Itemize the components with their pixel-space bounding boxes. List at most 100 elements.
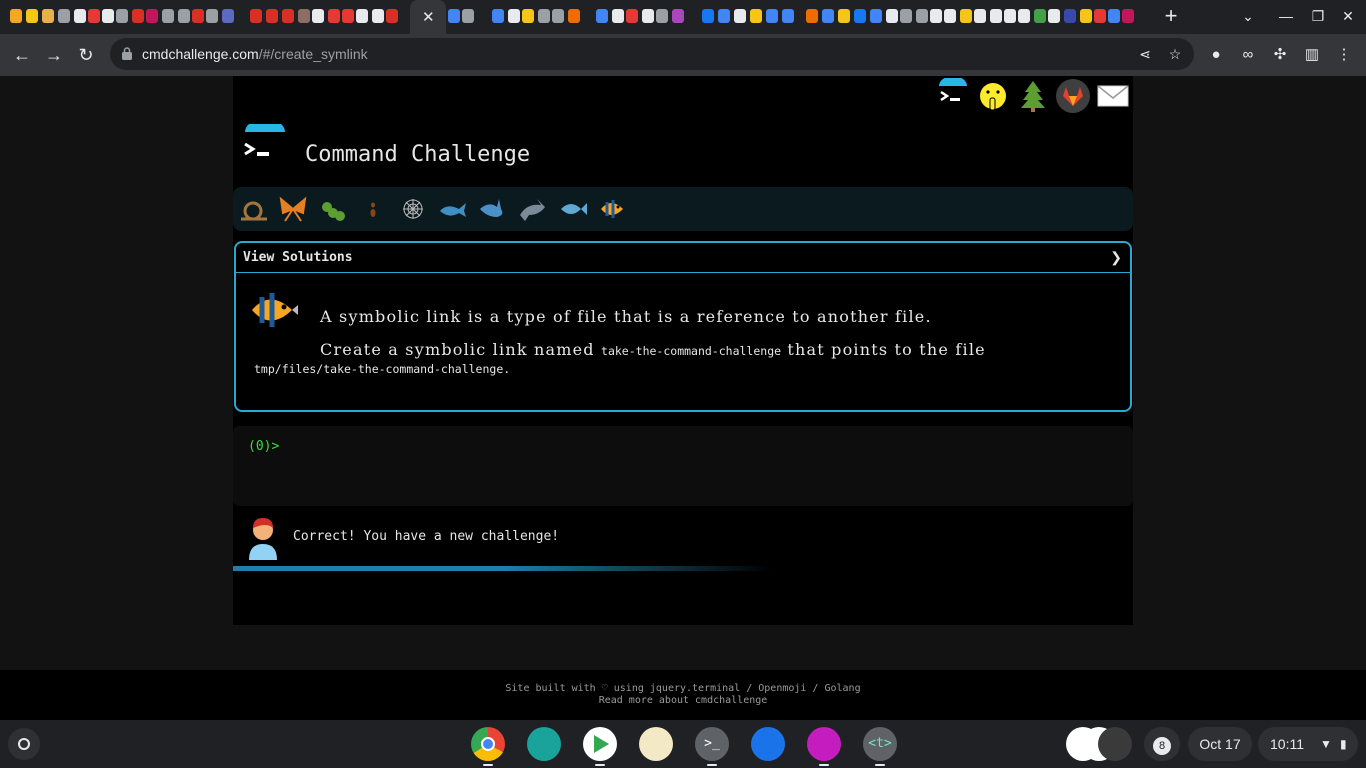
url-text[interactable]: cmdchallenge.com/#/create_symlink bbox=[142, 46, 368, 62]
tab-favicon[interactable] bbox=[1094, 9, 1106, 23]
tab-favicon[interactable] bbox=[508, 9, 520, 23]
tab-favicon[interactable] bbox=[672, 9, 684, 23]
notification-count[interactable]: 8 bbox=[1144, 727, 1180, 761]
tab-favicon[interactable] bbox=[854, 9, 866, 23]
minimize-icon[interactable]: — bbox=[1276, 6, 1296, 26]
tab-favicon[interactable] bbox=[900, 9, 912, 23]
tab-favicon[interactable] bbox=[974, 9, 986, 23]
share-icon[interactable]: ⋖ bbox=[1136, 45, 1154, 63]
tab-favicon[interactable] bbox=[132, 9, 144, 23]
tab-favicon[interactable] bbox=[328, 9, 340, 23]
play-store-icon[interactable] bbox=[583, 727, 617, 761]
forward-icon[interactable]: → bbox=[42, 43, 66, 67]
reload-icon[interactable]: ↻ bbox=[74, 43, 98, 67]
caterpillar-icon[interactable] bbox=[317, 193, 349, 225]
shark-icon[interactable] bbox=[477, 193, 509, 225]
restore-icon[interactable]: ❐ bbox=[1308, 6, 1328, 26]
tab-favicon[interactable] bbox=[26, 9, 38, 23]
tab-favicon[interactable] bbox=[492, 9, 504, 23]
menu-icon[interactable]: ⋮ bbox=[1334, 45, 1354, 65]
tab-favicon[interactable] bbox=[206, 9, 218, 23]
tab-favicon[interactable] bbox=[718, 9, 730, 23]
side-panel-icon[interactable]: ▥ bbox=[1302, 45, 1322, 65]
shushing-face-icon[interactable] bbox=[975, 78, 1011, 114]
tab-favicon[interactable] bbox=[702, 9, 714, 23]
tab-favicon[interactable] bbox=[342, 9, 354, 23]
about-link[interactable]: Read more about cmdchallenge bbox=[0, 695, 1366, 706]
tab-favicon[interactable] bbox=[1034, 9, 1046, 23]
tab-favicon[interactable] bbox=[1018, 9, 1030, 23]
launcher-icon[interactable] bbox=[8, 728, 40, 760]
tab-favicon[interactable] bbox=[222, 9, 234, 23]
tab-favicon[interactable] bbox=[88, 9, 100, 23]
tab-favicon[interactable] bbox=[656, 9, 668, 23]
tab-favicon[interactable] bbox=[266, 9, 278, 23]
tab-favicon[interactable] bbox=[990, 9, 1002, 23]
tab-favicon[interactable] bbox=[250, 9, 262, 23]
tab-favicon[interactable] bbox=[178, 9, 190, 23]
tab-favicon[interactable] bbox=[1064, 9, 1076, 23]
tab-favicon[interactable] bbox=[916, 9, 928, 23]
system-tray[interactable]: 10:11 ▼ ▮ bbox=[1258, 727, 1358, 761]
chrome-app-icon[interactable] bbox=[471, 727, 505, 761]
extension-dot-icon[interactable]: ● bbox=[1206, 45, 1226, 65]
tab-favicon[interactable] bbox=[568, 9, 580, 23]
view-solutions-toggle[interactable]: View Solutions ❯ bbox=[236, 243, 1130, 273]
close-window-icon[interactable]: ✕ bbox=[1338, 6, 1358, 26]
tab-favicon[interactable] bbox=[766, 9, 778, 23]
tab-favicon[interactable] bbox=[146, 9, 158, 23]
tab-favicon[interactable] bbox=[372, 9, 384, 23]
gitlab-icon[interactable] bbox=[1055, 78, 1091, 114]
terminal-icon[interactable] bbox=[935, 78, 971, 114]
tab-favicon[interactable] bbox=[930, 9, 942, 23]
tab-search-icon[interactable]: ⌄ bbox=[1238, 6, 1258, 26]
spider-web-icon[interactable] bbox=[397, 193, 429, 225]
whale-icon[interactable] bbox=[437, 193, 469, 225]
tab-favicon[interactable] bbox=[102, 9, 114, 23]
tab-favicon[interactable] bbox=[1108, 9, 1120, 23]
tab-favicon[interactable] bbox=[162, 9, 174, 23]
tab-favicon[interactable] bbox=[960, 9, 972, 23]
tab-favicon[interactable] bbox=[356, 9, 368, 23]
tab-favicon[interactable] bbox=[822, 9, 834, 23]
bookmark-star-icon[interactable]: ☆ bbox=[1166, 45, 1184, 63]
notepad-app-icon[interactable] bbox=[639, 727, 673, 761]
tab-favicon[interactable] bbox=[10, 9, 22, 23]
tab-favicon[interactable] bbox=[944, 9, 956, 23]
terminal[interactable]: (0)> bbox=[233, 426, 1133, 506]
ant-icon[interactable] bbox=[357, 193, 389, 225]
tab-favicon[interactable] bbox=[58, 9, 70, 23]
tab-favicon[interactable] bbox=[596, 9, 608, 23]
dolphin-icon[interactable] bbox=[517, 193, 549, 225]
tab-favicon[interactable] bbox=[552, 9, 564, 23]
tab-favicon[interactable] bbox=[886, 9, 898, 23]
tab-favicon[interactable] bbox=[612, 9, 624, 23]
tab-favicon[interactable] bbox=[1080, 9, 1092, 23]
tab-favicon[interactable] bbox=[1004, 9, 1016, 23]
files-app-icon[interactable] bbox=[751, 727, 785, 761]
envelope-icon[interactable] bbox=[1095, 78, 1131, 114]
tab-favicon[interactable] bbox=[1122, 9, 1134, 23]
tab-favicon[interactable] bbox=[462, 9, 474, 23]
tab-favicon[interactable] bbox=[522, 9, 534, 23]
tab-favicon[interactable] bbox=[750, 9, 762, 23]
tab-favicon[interactable] bbox=[282, 9, 294, 23]
extension-glasses-icon[interactable]: ∞ bbox=[1238, 45, 1258, 65]
address-bar[interactable]: cmdchallenge.com/#/create_symlink ⋖ ☆ bbox=[110, 38, 1194, 70]
tab-favicon[interactable] bbox=[312, 9, 324, 23]
classroom-app-icon[interactable] bbox=[527, 727, 561, 761]
tab-favicon[interactable] bbox=[386, 9, 398, 23]
new-tab-button[interactable]: + bbox=[1160, 4, 1182, 28]
back-icon[interactable]: ← bbox=[10, 43, 34, 67]
date-pill[interactable]: Oct 17 bbox=[1188, 727, 1252, 761]
tab-favicon[interactable] bbox=[538, 9, 550, 23]
tab-favicon[interactable] bbox=[782, 9, 794, 23]
gallery-app-icon[interactable] bbox=[807, 727, 841, 761]
tab-favicon[interactable] bbox=[806, 9, 818, 23]
butterfly-icon[interactable] bbox=[277, 193, 309, 225]
tab-favicon[interactable] bbox=[298, 9, 310, 23]
snail-icon[interactable] bbox=[239, 193, 271, 225]
fish-icon[interactable] bbox=[557, 193, 589, 225]
tab-favicon[interactable] bbox=[42, 9, 54, 23]
account-avatar[interactable] bbox=[1098, 727, 1132, 761]
